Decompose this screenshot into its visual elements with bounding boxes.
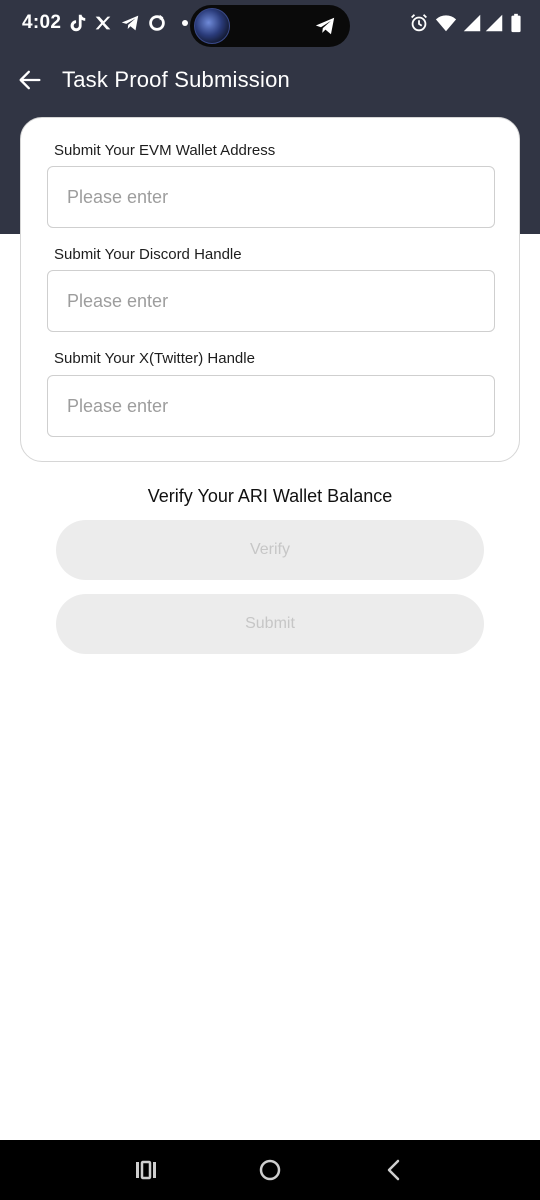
x-app-icon bbox=[95, 16, 111, 30]
tiktok-icon bbox=[70, 14, 86, 32]
discord-handle-label: Submit Your Discord Handle bbox=[54, 246, 242, 263]
app-avatar bbox=[194, 8, 230, 44]
camera-island bbox=[190, 5, 350, 47]
wifi-icon bbox=[435, 15, 457, 32]
battery-icon bbox=[511, 13, 521, 33]
signal-icon bbox=[485, 14, 503, 32]
proof-form-card: Submit Your EVM Wallet Address Submit Yo… bbox=[20, 117, 520, 462]
verify-button[interactable]: Verify bbox=[56, 520, 484, 580]
twitter-handle-input[interactable] bbox=[47, 375, 495, 437]
status-bar: 4:02 bbox=[0, 0, 540, 48]
verify-heading: Verify Your ARI Wallet Balance bbox=[147, 486, 393, 506]
home-icon[interactable] bbox=[256, 1156, 284, 1184]
recents-icon[interactable] bbox=[132, 1156, 160, 1184]
submit-button[interactable]: Submit bbox=[56, 594, 484, 654]
evm-wallet-input[interactable] bbox=[47, 166, 495, 228]
back-nav-icon[interactable] bbox=[380, 1156, 408, 1184]
page-title: Task Proof Submission bbox=[62, 67, 290, 92]
telegram-icon bbox=[121, 15, 139, 31]
discord-handle-input[interactable] bbox=[47, 270, 495, 332]
alarm-icon bbox=[411, 14, 427, 32]
twitter-handle-label: Submit Your X(Twitter) Handle bbox=[54, 350, 255, 367]
telegram-icon bbox=[315, 17, 335, 35]
app-bar: Task Proof Submission bbox=[0, 52, 540, 108]
system-nav-bar bbox=[0, 1140, 540, 1200]
evm-wallet-label: Submit Your EVM Wallet Address bbox=[54, 142, 276, 159]
signal-icon bbox=[463, 14, 481, 32]
sync-icon bbox=[149, 14, 165, 31]
notification-dot bbox=[182, 20, 188, 26]
status-time: 4:02 bbox=[22, 12, 62, 33]
back-arrow-icon[interactable] bbox=[16, 66, 44, 94]
